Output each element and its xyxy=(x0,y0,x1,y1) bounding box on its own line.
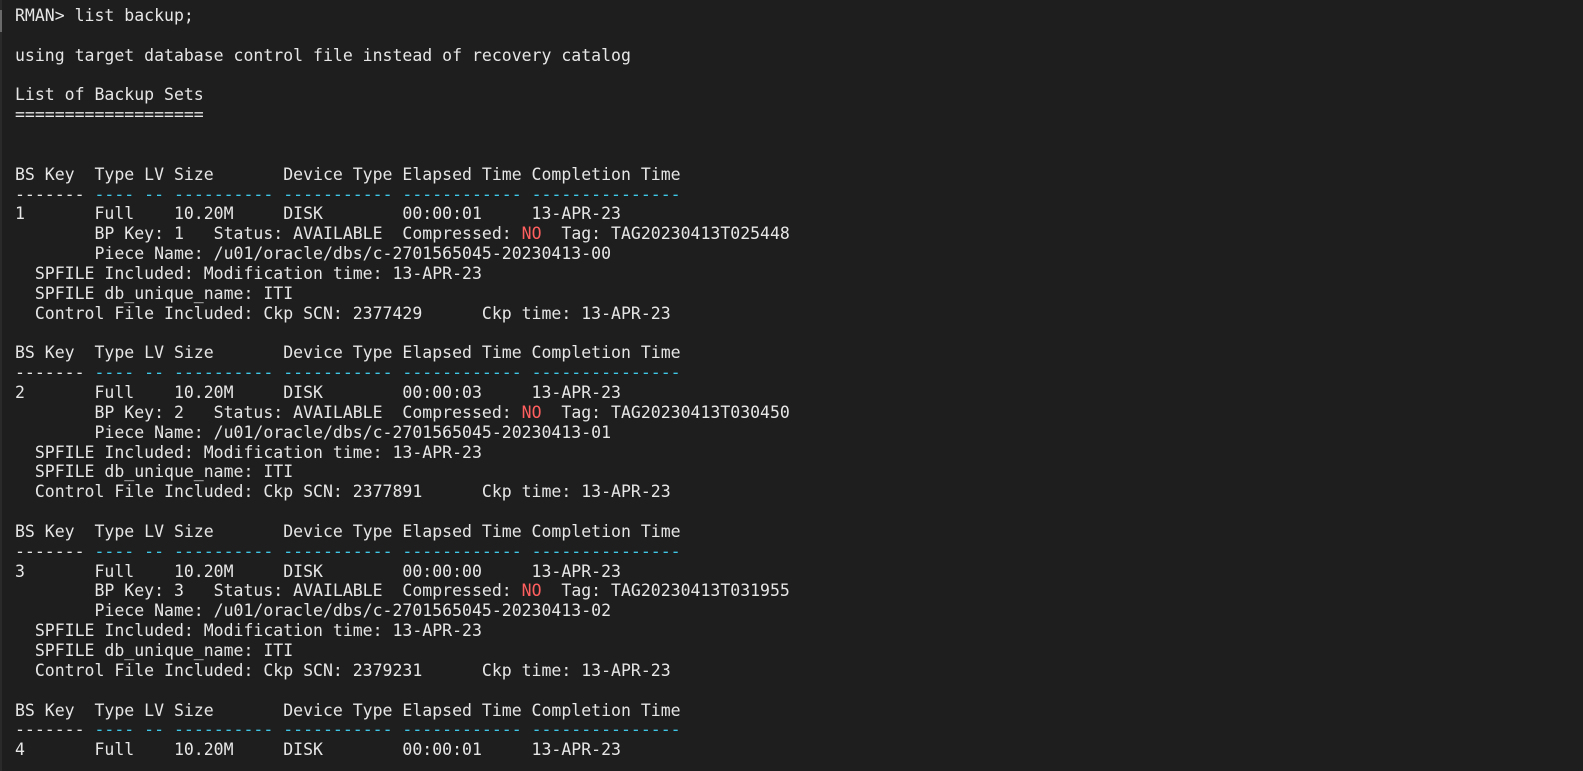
terminal-text: BS Key Type LV Size Device Type Elapsed … xyxy=(15,343,681,363)
terminal-line: Piece Name: /u01/oracle/dbs/c-2701565045… xyxy=(15,601,790,621)
terminal-line: Control File Included: Ckp SCN: 2377891 … xyxy=(15,482,790,502)
terminal-text: SPFILE db_unique_name: ITI xyxy=(15,462,294,482)
terminal-line: Piece Name: /u01/oracle/dbs/c-2701565045… xyxy=(15,244,790,264)
terminal-text: =================== xyxy=(15,105,204,125)
terminal-line: SPFILE Included: Modification time: 13-A… xyxy=(15,443,790,463)
terminal-text: using target database control file inste… xyxy=(15,45,631,65)
column-separator: ---- -- ---------- ----------- ---------… xyxy=(94,541,681,561)
terminal-line: List of Backup Sets xyxy=(15,85,790,105)
terminal-text: Piece Name: /u01/oracle/dbs/c-2701565045… xyxy=(15,601,612,621)
column-separator: ---- -- ---------- ----------- ---------… xyxy=(94,720,681,740)
terminal-text: SPFILE Included: Modification time: 13-A… xyxy=(15,621,482,641)
scroll-marker xyxy=(0,10,2,32)
terminal-output: RMAN> list backup; using target database… xyxy=(15,6,790,760)
terminal-text: 4 Full 10.20M DISK 00:00:01 13-APR-23 xyxy=(15,740,621,760)
terminal-text: List of Backup Sets xyxy=(15,85,204,105)
terminal-line: Control File Included: Ckp SCN: 2379231 … xyxy=(15,661,790,681)
compressed-value-highlight: NO xyxy=(521,402,542,422)
terminal-line: ------- ---- -- ---------- ----------- -… xyxy=(15,363,790,383)
terminal-text: Control File Included: Ckp SCN: 2377891 … xyxy=(15,482,671,502)
terminal-text: Tag: TAG20230413T025448 xyxy=(541,224,790,244)
terminal-line: BS Key Type LV Size Device Type Elapsed … xyxy=(15,165,790,185)
terminal-text: SPFILE Included: Modification time: 13-A… xyxy=(15,263,482,283)
terminal-text: BP Key: 3 Status: AVAILABLE Compressed: xyxy=(15,581,522,601)
terminal-text: Piece Name: /u01/oracle/dbs/c-2701565045… xyxy=(15,422,612,442)
terminal-line: ------- ---- -- ---------- ----------- -… xyxy=(15,720,790,740)
column-separator: ---- -- ---------- ----------- ---------… xyxy=(94,363,681,383)
terminal-text: ------- xyxy=(15,184,95,204)
terminal-text: SPFILE db_unique_name: ITI xyxy=(15,283,294,303)
terminal-line: 3 Full 10.20M DISK 00:00:00 13-APR-23 xyxy=(15,562,790,582)
terminal-line: RMAN> list backup; xyxy=(15,6,790,26)
terminal-line: SPFILE Included: Modification time: 13-A… xyxy=(15,264,790,284)
terminal-text: BS Key Type LV Size Device Type Elapsed … xyxy=(15,700,681,720)
terminal-text: BP Key: 1 Status: AVAILABLE Compressed: xyxy=(15,224,522,244)
terminal-text: 3 Full 10.20M DISK 00:00:00 13-APR-23 xyxy=(15,561,621,581)
terminal-line: BP Key: 1 Status: AVAILABLE Compressed: … xyxy=(15,224,790,244)
terminal-text: ------- xyxy=(15,720,95,740)
terminal-line: ------- ---- -- ---------- ----------- -… xyxy=(15,185,790,205)
terminal-line: BP Key: 3 Status: AVAILABLE Compressed: … xyxy=(15,581,790,601)
terminal-line: BP Key: 2 Status: AVAILABLE Compressed: … xyxy=(15,402,790,423)
terminal-line: SPFILE db_unique_name: ITI xyxy=(15,284,790,304)
terminal-text: Tag: TAG20230413T031955 xyxy=(541,581,790,601)
terminal-text: ------- xyxy=(15,363,95,383)
terminal-text: Control File Included: Ckp SCN: 2379231 … xyxy=(15,660,671,680)
terminal-text: BP Key: 2 Status: AVAILABLE Compressed: xyxy=(15,402,522,422)
terminal-line: SPFILE db_unique_name: ITI xyxy=(15,641,790,661)
terminal-line: BS Key Type LV Size Device Type Elapsed … xyxy=(15,522,790,542)
terminal-line: SPFILE Included: Modification time: 13-A… xyxy=(15,621,790,641)
terminal-text: ------- xyxy=(15,541,95,561)
terminal-line: Control File Included: Ckp SCN: 2377429 … xyxy=(15,304,790,324)
terminal-text: SPFILE Included: Modification time: 13-A… xyxy=(15,442,482,462)
terminal-text: RMAN> list backup; xyxy=(15,6,194,25)
terminal-line: =================== xyxy=(15,105,790,125)
terminal-text: 1 Full 10.20M DISK 00:00:01 13-APR-23 xyxy=(15,204,621,224)
terminal-left-border xyxy=(0,0,2,771)
terminal-text: BS Key Type LV Size Device Type Elapsed … xyxy=(15,164,681,184)
compressed-value-highlight: NO xyxy=(521,581,542,601)
terminal-text: BS Key Type LV Size Device Type Elapsed … xyxy=(15,521,681,541)
terminal-text: Control File Included: Ckp SCN: 2377429 … xyxy=(15,303,671,323)
terminal-text: Tag: TAG20230413T030450 xyxy=(541,402,790,422)
terminal-line: SPFILE db_unique_name: ITI xyxy=(15,462,790,482)
terminal-line: ------- ---- -- ---------- ----------- -… xyxy=(15,542,790,562)
terminal-line: 2 Full 10.20M DISK 00:00:03 13-APR-23 xyxy=(15,383,790,403)
terminal-window[interactable]: RMAN> list backup; using target database… xyxy=(0,0,1583,771)
terminal-text: SPFILE db_unique_name: ITI xyxy=(15,641,294,660)
terminal-text: Piece Name: /u01/oracle/dbs/c-2701565045… xyxy=(15,244,612,264)
compressed-value-highlight: NO xyxy=(521,224,542,244)
terminal-line: BS Key Type LV Size Device Type Elapsed … xyxy=(15,701,790,721)
terminal-line: using target database control file inste… xyxy=(15,46,790,66)
terminal-line: BS Key Type LV Size Device Type Elapsed … xyxy=(15,343,790,363)
column-separator: ---- -- ---------- ----------- ---------… xyxy=(94,184,681,204)
terminal-line: Piece Name: /u01/oracle/dbs/c-2701565045… xyxy=(15,423,790,443)
terminal-line: 4 Full 10.20M DISK 00:00:01 13-APR-23 xyxy=(15,740,790,760)
terminal-line: 1 Full 10.20M DISK 00:00:01 13-APR-23 xyxy=(15,204,790,224)
terminal-text: 2 Full 10.20M DISK 00:00:03 13-APR-23 xyxy=(15,383,621,403)
